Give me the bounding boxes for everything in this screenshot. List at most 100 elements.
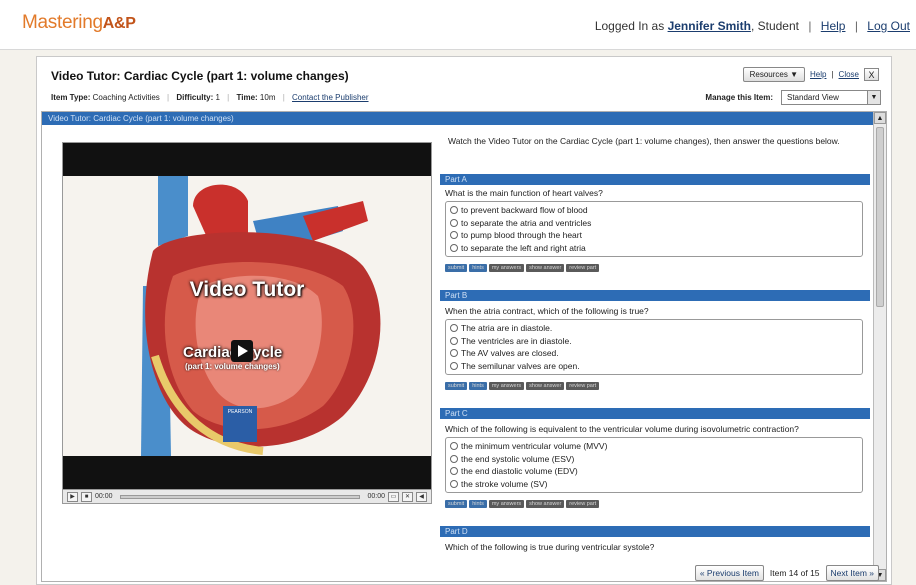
show-answer-button[interactable]: show answer [526, 500, 565, 508]
time-total: 00:00 [367, 493, 385, 500]
scroll-up-icon[interactable]: ▲ [874, 112, 886, 124]
fullscreen-icon[interactable]: ✕ [402, 491, 413, 502]
part-a-question: What is the main function of heart valve… [445, 188, 603, 198]
close-icon[interactable]: X [864, 68, 879, 81]
item-navigation: « Previous Item Item 14 of 15 Next Item … [694, 565, 879, 581]
choice-label: to pump blood through the heart [461, 230, 582, 240]
radio-icon[interactable] [450, 206, 458, 215]
help-link[interactable]: Help [821, 19, 846, 33]
item-type-value: Coaching Activities [92, 93, 160, 102]
separator: | [167, 93, 170, 102]
show-answer-button[interactable]: show answer [526, 382, 565, 390]
radio-icon[interactable] [450, 454, 458, 463]
choice-option[interactable]: to pump blood through the heart [450, 229, 858, 242]
separator: | [831, 70, 834, 79]
hints-button[interactable]: hints [469, 500, 487, 508]
view-select-value: Standard View [787, 93, 839, 102]
radio-icon[interactable] [450, 442, 458, 451]
my-answers-button[interactable]: my answers [488, 382, 525, 390]
choice-option[interactable]: the end diastolic volume (EDV) [450, 465, 858, 478]
pearson-logo: PEARSON [223, 406, 257, 442]
radio-icon[interactable] [450, 243, 458, 252]
user-name-link[interactable]: Jennifer Smith [668, 19, 751, 33]
choice-label: to separate the left and right atria [461, 242, 586, 253]
choice-label: the minimum ventricular volume (MVV) [461, 441, 608, 451]
review-part-button[interactable]: review part [566, 500, 600, 508]
part-a-choices: to prevent backward flow of blood to sep… [445, 201, 863, 257]
manage-label: Manage this Item: [705, 93, 773, 102]
logo-text: Mastering [22, 12, 103, 33]
radio-icon[interactable] [450, 231, 458, 240]
choice-option[interactable]: the end systolic volume (ESV) [450, 453, 858, 466]
show-answer-button[interactable]: show answer [526, 264, 565, 272]
view-select[interactable]: Standard View ▼ [781, 90, 881, 105]
choice-option[interactable]: The atria are in diastole. [450, 322, 858, 335]
video-title: Video Tutor [189, 278, 305, 301]
part-d-header: Part D [440, 526, 870, 537]
intro-text: Watch the Video Tutor on the Cardiac Cyc… [448, 136, 840, 146]
radio-icon[interactable] [450, 361, 458, 370]
choice-label: the end systolic volume (ESV) [461, 453, 575, 464]
radio-icon[interactable] [450, 467, 458, 476]
part-d-question: Which of the following is true during ve… [445, 542, 655, 552]
radio-icon[interactable] [450, 218, 458, 227]
item-close-link[interactable]: Close [839, 70, 859, 79]
contact-publisher-link[interactable]: Contact the Publisher [292, 93, 369, 102]
play-icon[interactable] [231, 340, 253, 362]
next-item-button[interactable]: Next Item » [825, 565, 879, 581]
choice-option[interactable]: to separate the left and right atria [450, 242, 858, 255]
item-type-label: Item Type: [51, 93, 91, 102]
mastering-ap-logo[interactable]: MasteringA&P [22, 12, 136, 34]
item-meta: Item Type: Coaching Activities | Difficu… [51, 93, 369, 102]
logout-link[interactable]: Log Out [867, 19, 910, 33]
choice-option[interactable]: to separate the atria and ventricles [450, 217, 858, 230]
video-subtitle-detail: (part 1: volume changes) [185, 362, 280, 371]
radio-icon[interactable] [450, 479, 458, 488]
choice-option[interactable]: the minimum ventricular volume (MVV) [450, 440, 858, 453]
previous-item-button[interactable]: « Previous Item [694, 565, 764, 581]
part-b-actions: submit hints my answers show answer revi… [445, 382, 600, 390]
review-part-button[interactable]: review part [566, 264, 600, 272]
part-a-header: Part A [440, 174, 870, 185]
hints-button[interactable]: hints [469, 264, 487, 272]
stop-button-icon[interactable]: ■ [81, 491, 92, 502]
choice-label: The atria are in diastole. [461, 323, 553, 333]
review-part-button[interactable]: review part [566, 382, 600, 390]
separator: | [854, 19, 858, 33]
submit-button[interactable]: submit [445, 382, 468, 390]
part-b-question: When the atria contract, which of the fo… [445, 306, 649, 316]
play-button-icon[interactable]: ▶ [67, 491, 78, 502]
content-area: Video Tutor: Cardiac Cycle (part 1: volu… [41, 111, 887, 582]
hints-button[interactable]: hints [469, 382, 487, 390]
choice-option[interactable]: to prevent backward flow of blood [450, 204, 858, 217]
vertical-scrollbar[interactable]: ▲ ▼ [873, 112, 886, 581]
time-value: 10m [259, 93, 276, 102]
choice-option[interactable]: The AV valves are closed. [450, 347, 858, 360]
difficulty-value: 1 [215, 93, 220, 102]
submit-button[interactable]: submit [445, 264, 468, 272]
scroll-thumb[interactable] [876, 127, 884, 307]
choice-option[interactable]: The ventricles are in diastole. [450, 335, 858, 348]
choice-label: The AV valves are closed. [461, 348, 559, 358]
volume-icon[interactable]: ◀ [416, 491, 427, 502]
radio-icon[interactable] [450, 349, 458, 358]
difficulty-label: Difficulty: [176, 93, 214, 102]
item-toolbar: Resources ▼ Help | Close X [742, 67, 879, 82]
item-help-link[interactable]: Help [810, 70, 826, 79]
radio-icon[interactable] [450, 324, 458, 333]
choice-option[interactable]: the stroke volume (SV) [450, 478, 858, 491]
submit-button[interactable]: submit [445, 500, 468, 508]
video-frame[interactable]: Video Tutor Cardiac Cycle (part 1: volum… [63, 176, 431, 456]
captions-icon[interactable]: ▭ [388, 491, 399, 502]
separator: | [808, 19, 812, 33]
resources-button[interactable]: Resources ▼ [742, 67, 806, 82]
video-progress-track[interactable] [119, 494, 361, 499]
my-answers-button[interactable]: my answers [488, 500, 525, 508]
separator: | [282, 93, 285, 102]
my-answers-button[interactable]: my answers [488, 264, 525, 272]
part-c-question: Which of the following is equivalent to … [445, 424, 799, 434]
radio-icon[interactable] [450, 336, 458, 345]
video-player[interactable]: Video Tutor Cardiac Cycle (part 1: volum… [62, 142, 432, 504]
choice-option[interactable]: The semilunar valves are open. [450, 360, 858, 373]
user-bar: Logged In as Jennifer Smith, Student | H… [595, 19, 910, 33]
